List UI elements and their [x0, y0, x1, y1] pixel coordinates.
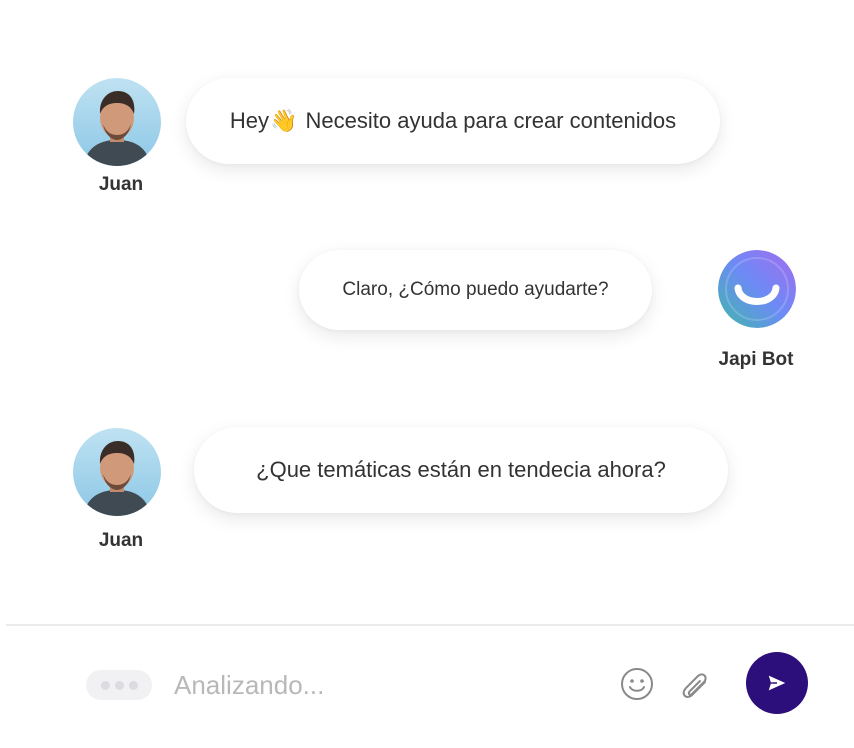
message-text: Hey	[229, 108, 270, 133]
paperclip-icon	[682, 673, 707, 698]
user-photo-icon	[73, 78, 161, 166]
message-input[interactable]	[168, 662, 604, 708]
typing-indicator	[86, 670, 152, 700]
attach-button[interactable]	[675, 665, 713, 703]
message-bubble: Hey 👋 Necesito ayuda para crear contenido…	[186, 78, 720, 164]
composer-divider	[6, 624, 854, 626]
avatar	[73, 78, 161, 166]
typing-dot	[100, 680, 110, 690]
sender-name: Juan	[98, 530, 144, 551]
message-text: ¿Que temáticas están en tendecia ahora?	[256, 457, 666, 482]
emoji-icon	[621, 668, 653, 700]
message-text: Necesito ayuda para crear contenidos	[299, 108, 677, 133]
message-bubble: Claro, ¿Cómo puedo ayudarte?	[299, 250, 652, 330]
sender-name: Juan	[98, 174, 144, 195]
emoji-button[interactable]	[618, 665, 656, 703]
smile-logo-icon	[718, 250, 796, 328]
send-button[interactable]	[746, 652, 808, 714]
chat-window: Juan Hey 👋 Necesito ayuda para crear cont…	[0, 0, 854, 748]
avatar	[73, 428, 161, 516]
send-icon	[768, 675, 786, 691]
message-text: Claro, ¿Cómo puedo ayudarte?	[342, 279, 609, 300]
waving-hand-icon: 👋	[270, 108, 298, 133]
sender-name: Japi Bot	[718, 349, 794, 370]
typing-dot	[114, 680, 124, 690]
user-photo-icon	[73, 428, 161, 516]
message-bubble: ¿Que temáticas están en tendecia ahora?	[194, 427, 728, 513]
bot-avatar	[718, 250, 796, 328]
typing-dot	[128, 680, 138, 690]
